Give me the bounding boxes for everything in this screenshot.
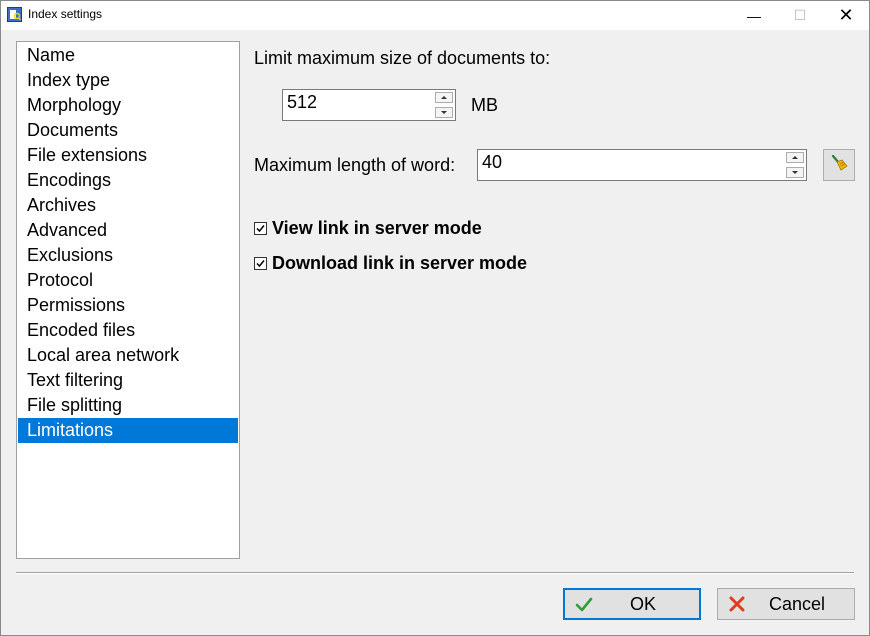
max-size-value[interactable]: 512 bbox=[287, 92, 317, 113]
ok-label: OK bbox=[629, 593, 656, 614]
nav-item-limitations[interactable]: Limitations bbox=[18, 418, 238, 443]
download-link-option[interactable]: Download link in server mode bbox=[254, 252, 527, 274]
nav-item-encoded-files[interactable]: Encoded files bbox=[18, 318, 238, 343]
max-word-up-button[interactable] bbox=[786, 152, 804, 163]
nav-item-file-splitting[interactable]: File splitting bbox=[18, 393, 238, 418]
nav-item-index-type[interactable]: Index type bbox=[18, 68, 238, 93]
nav-item-protocol[interactable]: Protocol bbox=[18, 268, 238, 293]
index-settings-window: Index settings — ☐ ✕ Name Index type Mor… bbox=[0, 0, 870, 636]
nav-item-archives[interactable]: Archives bbox=[18, 193, 238, 218]
nav-item-exclusions[interactable]: Exclusions bbox=[18, 243, 238, 268]
settings-category-list[interactable]: Name Index type Morphology Documents Fil… bbox=[16, 41, 240, 559]
max-word-spinbox[interactable]: 40 bbox=[477, 149, 807, 181]
view-link-checkbox[interactable] bbox=[254, 221, 267, 235]
clear-button[interactable] bbox=[823, 149, 855, 181]
view-link-option[interactable]: View link in server mode bbox=[254, 217, 482, 239]
nav-item-local-area-network[interactable]: Local area network bbox=[18, 343, 238, 368]
max-size-up-button[interactable] bbox=[435, 92, 453, 103]
arrow-up-icon bbox=[441, 96, 447, 99]
close-button[interactable]: ✕ bbox=[823, 1, 869, 30]
nav-item-text-filtering[interactable]: Text filtering bbox=[18, 368, 238, 393]
arrow-up-icon bbox=[792, 156, 798, 159]
max-size-unit: MB bbox=[471, 95, 498, 115]
cancel-label: Cancel bbox=[768, 593, 826, 614]
max-size-label: Limit maximum size of documents to: bbox=[254, 48, 551, 68]
nav-item-file-extensions[interactable]: File extensions bbox=[18, 143, 238, 168]
nav-item-advanced[interactable]: Advanced bbox=[18, 218, 238, 243]
nav-item-name[interactable]: Name bbox=[18, 43, 238, 68]
nav-item-permissions[interactable]: Permissions bbox=[18, 293, 238, 318]
max-word-label: Maximum length of word: bbox=[254, 155, 456, 175]
arrow-down-icon bbox=[792, 171, 798, 174]
cancel-button[interactable]: Cancel bbox=[717, 588, 855, 620]
view-link-label[interactable]: View link in server mode bbox=[272, 218, 482, 239]
arrow-down-icon bbox=[441, 111, 447, 114]
max-word-down-button[interactable] bbox=[786, 167, 804, 178]
window-title: Index settings bbox=[28, 7, 103, 21]
title-bar[interactable]: Index settings — ☐ ✕ bbox=[1, 1, 869, 30]
maximize-button[interactable]: ☐ bbox=[777, 1, 823, 30]
max-size-spinbox[interactable]: 512 bbox=[282, 89, 456, 121]
app-icon bbox=[7, 7, 22, 22]
max-size-down-button[interactable] bbox=[435, 107, 453, 118]
download-link-checkbox[interactable] bbox=[254, 256, 267, 270]
download-link-label[interactable]: Download link in server mode bbox=[272, 253, 527, 274]
nav-item-encodings[interactable]: Encodings bbox=[18, 168, 238, 193]
nav-item-morphology[interactable]: Morphology bbox=[18, 93, 238, 118]
broom-icon bbox=[829, 153, 849, 178]
bottom-separator bbox=[16, 572, 854, 574]
minimize-button[interactable]: — bbox=[731, 1, 777, 30]
max-word-value[interactable]: 40 bbox=[482, 152, 502, 173]
ok-button[interactable]: OK bbox=[563, 588, 701, 620]
nav-item-documents[interactable]: Documents bbox=[18, 118, 238, 143]
